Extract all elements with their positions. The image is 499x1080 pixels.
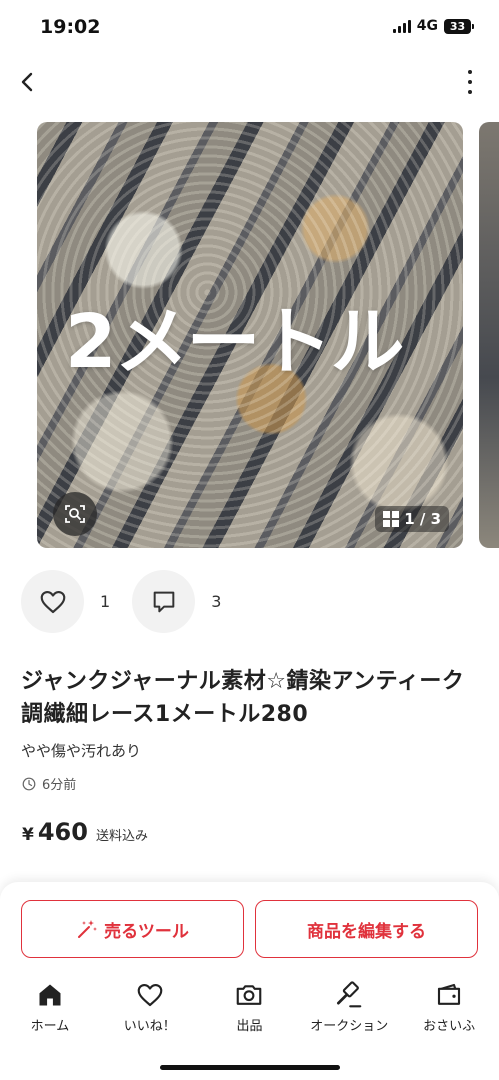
chevron-left-icon — [21, 72, 33, 92]
clock-icon — [22, 777, 36, 790]
camera-icon — [234, 980, 264, 1010]
heart-icon — [135, 980, 165, 1010]
back-button[interactable] — [14, 68, 42, 96]
tab-label: 出品 — [236, 1019, 263, 1034]
item-title: ジャンクジャーナル素材☆錆染アンティーク調繊細レース1メートル280 — [21, 669, 465, 727]
edit-item-button[interactable]: 商品を編集する — [255, 900, 478, 958]
tab-label: ホーム — [30, 1019, 70, 1034]
photo-overlay-text: 2メートル — [65, 299, 404, 385]
gavel-icon — [334, 980, 364, 1010]
comment-count: 3 — [211, 592, 222, 611]
item-price: 460 — [37, 818, 88, 846]
home-icon — [35, 980, 65, 1010]
status-time: 19:02 — [40, 16, 101, 38]
grid-icon — [383, 511, 400, 527]
photo-counter-text: 1 / 3 — [404, 510, 441, 528]
like-count: 1 — [100, 592, 111, 611]
status-indicators: 4G 33 — [392, 18, 474, 34]
tab-label: オークション — [310, 1019, 389, 1034]
wallet-icon — [434, 980, 464, 1010]
posted-time: 6分前 — [22, 774, 76, 793]
tab-label: おさいふ — [423, 1019, 476, 1034]
currency-symbol: ¥ — [22, 825, 34, 845]
more-vertical-icon — [468, 70, 472, 74]
tab-bar: ホーム いいね！ 出品 オークション おさいふ — [0, 980, 499, 1038]
tab-likes[interactable]: いいね！ — [100, 980, 200, 1038]
item-condition: やや傷や汚れあり — [21, 742, 142, 760]
product-photo[interactable]: 2メートル 1 / 3 — [37, 122, 463, 548]
more-options-button[interactable] — [465, 70, 475, 94]
network-type: 4G — [416, 18, 438, 34]
edit-item-label: 商品を編集する — [307, 921, 426, 942]
magic-wand-icon — [78, 920, 98, 938]
comment-button[interactable] — [132, 570, 196, 633]
price-row: ¥ 460 送料込み — [22, 818, 148, 846]
shipping-note: 送料込み — [95, 829, 148, 844]
heart-icon — [40, 590, 65, 613]
status-bar: 19:02 4G 33 — [0, 0, 499, 56]
tab-sell[interactable]: 出品 — [200, 980, 300, 1038]
photo-counter: 1 / 3 — [375, 506, 449, 532]
action-row: 1 3 — [21, 570, 243, 633]
comment-icon — [153, 591, 175, 612]
next-photo-peek[interactable] — [479, 122, 499, 548]
posted-time-text: 6分前 — [42, 778, 77, 793]
sell-tool-label: 売るツール — [104, 921, 189, 942]
tab-label: いいね！ — [123, 1019, 176, 1034]
battery-icon: 33 — [444, 18, 474, 34]
bottom-panel: 売るツール 商品を編集する ホーム いいね！ 出品 オークション おさいふ — [0, 882, 499, 1080]
tab-home[interactable]: ホーム — [0, 980, 100, 1038]
tab-auction[interactable]: オークション — [299, 980, 399, 1038]
zoom-button[interactable] — [53, 492, 97, 536]
like-button[interactable] — [21, 570, 84, 633]
photo-gallery[interactable]: 2メートル 1 / 3 — [0, 122, 499, 548]
signal-icon — [392, 19, 411, 33]
tab-wallet[interactable]: おさいふ — [399, 980, 499, 1038]
zoom-search-icon — [65, 505, 85, 523]
sell-tool-button[interactable]: 売るツール — [21, 900, 244, 958]
home-indicator — [160, 1065, 340, 1070]
